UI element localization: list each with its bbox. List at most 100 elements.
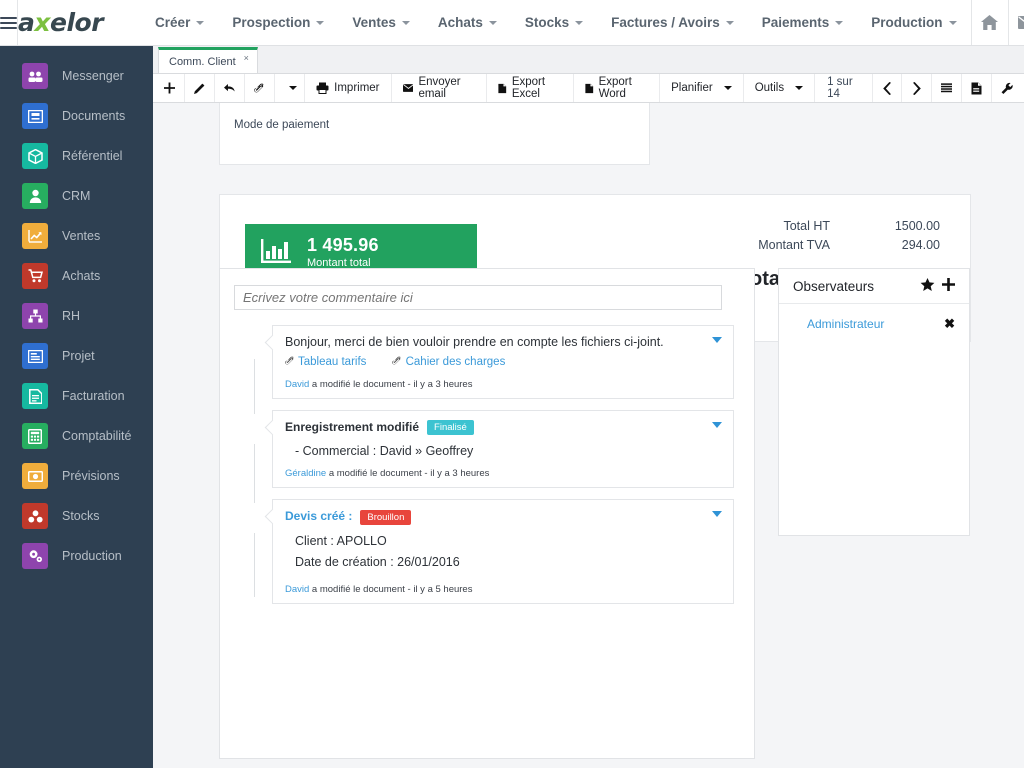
comment-card: Devis créé : Brouillon Client : APOLLO Da… xyxy=(272,499,734,604)
sidebar-item-ventes[interactable]: Ventes xyxy=(0,216,153,256)
tab-comm-client[interactable]: Comm. Client × xyxy=(158,47,258,73)
next-record-button[interactable] xyxy=(902,74,932,102)
chevron-down-icon[interactable] xyxy=(712,337,722,343)
logo-text-pre: a xyxy=(18,8,35,37)
sidebar-item-facturation[interactable]: Facturation xyxy=(0,376,153,416)
sidebar-item-comptabilite[interactable]: Comptabilité xyxy=(0,416,153,456)
sidebar-item-referentiel[interactable]: Référentiel xyxy=(0,136,153,176)
comment-author[interactable]: David xyxy=(285,584,309,595)
comment-title[interactable]: Devis créé : xyxy=(285,509,352,523)
file-icon xyxy=(585,83,594,93)
menu-item-achats[interactable]: Achats xyxy=(424,0,511,45)
close-icon[interactable]: × xyxy=(244,53,249,63)
mail-icon[interactable] xyxy=(1007,0,1024,45)
status-badge: Brouillon xyxy=(360,509,412,525)
form-view-button[interactable] xyxy=(962,74,992,102)
plan-dropdown-button[interactable]: Planifier xyxy=(660,74,744,102)
sidebar-item-achats[interactable]: Achats xyxy=(0,256,153,296)
chevron-down-icon xyxy=(196,20,205,25)
edit-record-button[interactable] xyxy=(185,74,215,102)
sidebar-item-previsions[interactable]: Prévisions xyxy=(0,456,153,496)
print-button[interactable]: Imprimer xyxy=(305,74,392,102)
plus-icon xyxy=(164,82,175,94)
observers-actions xyxy=(920,277,955,295)
list-view-button[interactable] xyxy=(932,74,962,102)
observers-panel: Observateurs Administrateur ✖ xyxy=(778,268,970,536)
attachment-label: Cahier des charges xyxy=(405,356,506,368)
bar-chart-icon xyxy=(261,239,291,265)
close-icon[interactable]: ✖ xyxy=(944,316,955,332)
more-actions-button[interactable] xyxy=(275,74,306,102)
comment-author[interactable]: Géraldine xyxy=(285,468,326,479)
tab-strip: Comm. Client × xyxy=(153,46,1024,74)
comment-author[interactable]: David xyxy=(285,379,309,390)
sidebar: Messenger Documents Référentiel CRM Vent… xyxy=(0,46,153,768)
chevron-down-icon xyxy=(723,86,732,90)
chevron-down-icon[interactable] xyxy=(712,422,722,428)
home-icon[interactable] xyxy=(970,0,1008,45)
production-icon xyxy=(22,543,48,569)
chevron-down-icon[interactable] xyxy=(712,511,722,518)
sidebar-item-crm[interactable]: CRM xyxy=(0,176,153,216)
observer-name[interactable]: Administrateur xyxy=(807,317,884,331)
settings-button[interactable] xyxy=(992,74,1022,102)
menu-item-prospection[interactable]: Prospection xyxy=(218,0,338,45)
sidebar-item-projet[interactable]: Projet xyxy=(0,336,153,376)
export-word-button[interactable]: Export Word xyxy=(574,74,661,102)
wrench-icon xyxy=(1001,82,1013,94)
tools-dropdown-button[interactable]: Outils xyxy=(744,74,816,102)
kpi-value: 1 495.96 xyxy=(307,235,379,255)
mail-icon xyxy=(402,84,414,92)
attach-button[interactable] xyxy=(245,74,276,102)
achats-icon xyxy=(22,263,48,289)
export-excel-button[interactable]: Export Excel xyxy=(487,74,575,102)
menu-label: Stocks xyxy=(524,15,570,30)
projet-icon xyxy=(22,343,48,369)
add-observer-icon[interactable] xyxy=(942,277,955,295)
chevron-down-icon xyxy=(401,20,410,25)
sidebar-item-label: Messenger xyxy=(62,69,124,83)
send-email-button[interactable]: Envoyer email xyxy=(392,74,488,102)
hamburger-menu-icon[interactable] xyxy=(0,0,18,45)
sidebar-item-production[interactable]: Production xyxy=(0,536,153,576)
menu-item-production[interactable]: Production xyxy=(857,0,970,45)
pencil-icon xyxy=(194,83,205,94)
status-badge: Finalisé xyxy=(427,420,474,436)
sidebar-item-messenger[interactable]: Messenger xyxy=(0,56,153,96)
tools-label: Outils xyxy=(754,82,785,94)
main-menu: Créer Prospection Ventes Achats Stocks F… xyxy=(103,0,970,45)
chevron-down-icon xyxy=(835,20,844,25)
new-record-button[interactable] xyxy=(155,74,185,102)
menu-item-creer[interactable]: Créer xyxy=(141,0,218,45)
ventes-icon xyxy=(22,223,48,249)
menu-item-paiements[interactable]: Paiements xyxy=(748,0,858,45)
menu-label: Paiements xyxy=(761,15,830,30)
back-button[interactable] xyxy=(215,74,246,102)
comment-title-row: Enregistrement modifié Finalisé xyxy=(273,411,733,441)
montant-tva-value: 294.00 xyxy=(901,238,940,252)
attachment-label: Tableau tarifs xyxy=(298,356,367,368)
star-icon[interactable] xyxy=(920,277,935,295)
prev-record-button[interactable] xyxy=(872,74,902,102)
attachment-link[interactable]: Cahier des charges xyxy=(392,356,505,368)
app-logo[interactable]: a x elor xyxy=(18,0,104,45)
record-pager-status: 1 sur 14 xyxy=(827,76,853,100)
referentiel-icon xyxy=(22,143,48,169)
menu-item-stocks[interactable]: Stocks xyxy=(511,0,597,45)
comment-body-2: Date de création : 26/01/2016 xyxy=(295,554,460,569)
comment-title: Enregistrement modifié xyxy=(285,420,420,434)
menu-item-ventes[interactable]: Ventes xyxy=(338,0,424,45)
sidebar-item-documents[interactable]: Documents xyxy=(0,96,153,136)
logo-text-x: x xyxy=(34,8,51,37)
montant-tva-label: Montant TVA xyxy=(758,238,830,252)
sidebar-item-stocks[interactable]: Stocks xyxy=(0,496,153,536)
comment-timeline: Bonjour, merci de bien vouloir prendre e… xyxy=(234,325,734,615)
menu-item-factures-avoirs[interactable]: Factures / Avoirs xyxy=(597,0,748,45)
montant-tva-row: Montant TVA 294.00 xyxy=(620,238,940,252)
send-email-label: Envoyer email xyxy=(418,76,461,100)
sidebar-item-rh[interactable]: RH xyxy=(0,296,153,336)
sidebar-item-label: Stocks xyxy=(62,509,100,523)
attachment-link[interactable]: Tableau tarifs xyxy=(285,356,366,368)
comment-input[interactable] xyxy=(234,285,722,310)
payment-mode-panel: Mode de paiement xyxy=(219,103,650,165)
